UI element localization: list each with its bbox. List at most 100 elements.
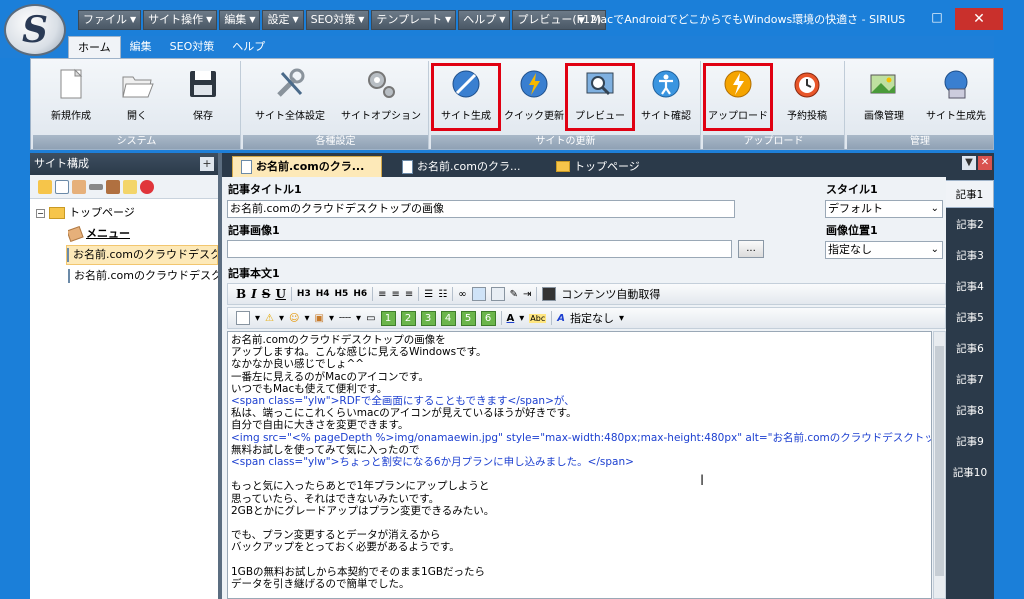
doc-tab-3[interactable]: トップページ xyxy=(548,156,648,177)
site-options-button[interactable]: サイトオプション xyxy=(339,65,423,129)
font-color-icon[interactable]: A xyxy=(507,313,515,324)
open-button[interactable]: 開く xyxy=(101,65,173,129)
image-position-select[interactable]: 指定なし ⌄ xyxy=(825,241,943,259)
image-insert-icon[interactable]: ▣ xyxy=(315,313,324,324)
save-button[interactable]: 保存 xyxy=(167,65,239,129)
add-page-button[interactable]: + xyxy=(200,157,214,171)
menu-template[interactable]: テンプレート ▼ xyxy=(371,10,457,30)
article-tab-9[interactable]: 記事9 xyxy=(946,428,994,456)
smiley-icon[interactable]: ☺ xyxy=(289,313,299,324)
template-4-button[interactable]: 4 xyxy=(440,310,456,326)
tab-home[interactable]: ホーム xyxy=(68,36,121,58)
upload-button[interactable]: アップロード xyxy=(703,63,773,131)
article-title-input[interactable]: お名前.comのクラウドデスクトップの画像 xyxy=(227,200,735,218)
article-tab-8[interactable]: 記事8 xyxy=(946,397,994,425)
h4-button[interactable]: H4 xyxy=(316,289,330,299)
bold-button[interactable]: B xyxy=(236,287,246,301)
pen-icon[interactable]: ✎ xyxy=(510,289,518,300)
tree-item-article-2[interactable]: お名前.comのクラウドデスク xyxy=(68,266,218,286)
warning-icon[interactable]: ⚠ xyxy=(265,313,274,324)
doc-tab-1[interactable]: お名前.comのクラ... xyxy=(232,156,382,177)
article-tab-5[interactable]: 記事5 xyxy=(946,304,994,332)
tab-list-dropdown-icon[interactable]: ▼ xyxy=(962,156,976,170)
box-icon[interactable] xyxy=(471,287,486,301)
article-body-textarea[interactable]: お名前.comのクラウドデスクトップの画像を アップしますね。こんな感じに見える… xyxy=(227,331,932,599)
doc-tab-2[interactable]: お名前.comのクラ... xyxy=(394,156,528,177)
body-scrollbar[interactable] xyxy=(933,331,946,599)
wrench-icon[interactable] xyxy=(106,179,120,194)
menu-file[interactable]: ファイル ▼ xyxy=(78,10,142,30)
scrollbar-thumb[interactable] xyxy=(935,346,944,576)
hr-line-icon[interactable]: ┄┄ xyxy=(339,313,351,324)
speech-bubble-icon[interactable]: ▭ xyxy=(366,313,375,324)
article-tab-3[interactable]: 記事3 xyxy=(946,242,994,270)
article-tab-10[interactable]: 記事10 xyxy=(946,459,994,487)
underline-button[interactable]: U xyxy=(275,287,285,301)
restore-button[interactable]: □ xyxy=(930,11,944,24)
site-settings-button[interactable]: サイト全体設定 xyxy=(251,65,329,129)
template-6-button[interactable]: 6 xyxy=(480,310,496,326)
preview-button[interactable]: プレビュー xyxy=(565,63,635,131)
link-icon[interactable] xyxy=(89,183,103,190)
close-button[interactable]: ✕ xyxy=(955,8,1003,30)
h3-button[interactable]: H3 xyxy=(297,289,311,299)
delete-icon[interactable] xyxy=(140,179,154,194)
browse-button[interactable]: ... xyxy=(738,240,764,258)
link-icon[interactable]: ∞ xyxy=(458,289,466,300)
tab-edit[interactable]: 編集 xyxy=(121,36,161,58)
dropdown-arrow-icon[interactable]: ▾ xyxy=(619,313,624,324)
menu-site[interactable]: サイト操作 ▼ xyxy=(143,10,218,30)
scheduled-post-button[interactable]: 予約投稿 xyxy=(773,65,841,129)
frame-icon[interactable] xyxy=(236,311,250,325)
generate-site-button[interactable]: サイト生成 xyxy=(431,63,501,131)
h5-button[interactable]: H5 xyxy=(335,289,349,299)
align-left-icon[interactable]: ≡ xyxy=(378,289,386,300)
template-5-button[interactable]: 5 xyxy=(460,310,476,326)
highlight-icon[interactable]: Abc xyxy=(529,313,547,323)
menu-seo[interactable]: SEO対策 ▼ xyxy=(305,10,370,30)
align-right-icon[interactable]: ≡ xyxy=(405,289,413,300)
article-tab-2[interactable]: 記事2 xyxy=(946,211,994,239)
image-manager-button[interactable]: 画像管理 xyxy=(849,65,919,129)
italic-button[interactable]: I xyxy=(251,287,257,301)
bullet-list-icon[interactable]: ☰ xyxy=(424,289,433,300)
article-tab-4[interactable]: 記事4 xyxy=(946,273,994,301)
close-tab-icon[interactable]: ✕ xyxy=(978,156,992,170)
menu-settings[interactable]: 設定 ▼ xyxy=(262,10,304,30)
tag-icon[interactable] xyxy=(72,179,86,194)
dropdown-arrow-icon[interactable]: ▾ xyxy=(279,313,284,324)
dropdown-arrow-icon[interactable]: ▾ xyxy=(519,313,524,324)
dropdown-arrow-icon[interactable]: ▾ xyxy=(304,313,309,324)
article-tab-1[interactable]: 記事1 xyxy=(946,180,994,208)
table-icon[interactable] xyxy=(490,287,505,301)
quick-update-button[interactable]: クイック更新 xyxy=(501,65,567,129)
dropdown-arrow-icon[interactable]: ▾ xyxy=(356,313,361,324)
h6-button[interactable]: H6 xyxy=(353,289,367,299)
template-3-button[interactable]: 3 xyxy=(420,310,436,326)
tree-item-article-1[interactable]: お名前.comのクラウドデスク xyxy=(66,245,218,265)
strike-button[interactable]: S xyxy=(262,287,271,301)
style-select[interactable]: デフォルト ⌄ xyxy=(825,200,943,218)
indent-icon[interactable]: ⇥ xyxy=(523,289,531,300)
sirius-logo-icon[interactable]: S xyxy=(4,4,66,56)
tree-item-top-page[interactable]: − トップページ xyxy=(36,203,135,223)
auto-content-button[interactable]: コンテンツ自動取得 xyxy=(561,286,660,302)
new-page-icon[interactable] xyxy=(55,179,69,194)
template-2-button[interactable]: 2 xyxy=(400,310,416,326)
quick-access-dropdown-icon[interactable]: ▼ xyxy=(578,16,585,26)
article-tab-6[interactable]: 記事6 xyxy=(946,335,994,363)
article-tab-7[interactable]: 記事7 xyxy=(946,366,994,394)
new-button[interactable]: 新規作成 xyxy=(35,65,107,129)
article-image-input[interactable] xyxy=(227,240,732,258)
dropdown-arrow-icon[interactable]: ▾ xyxy=(255,313,260,324)
output-folder-button[interactable]: サイト生成先 xyxy=(921,65,991,129)
tab-help[interactable]: ヘルプ xyxy=(223,36,274,58)
numbered-list-icon[interactable]: ☷ xyxy=(438,289,447,300)
font-setting-select[interactable]: 指定なし xyxy=(570,310,614,326)
template-1-button[interactable]: 1 xyxy=(380,310,396,326)
menu-edit[interactable]: 編集 ▼ xyxy=(219,10,261,30)
new-folder-icon[interactable] xyxy=(38,179,52,194)
edit-icon[interactable] xyxy=(123,179,137,194)
tree-item-menu[interactable]: メニュー xyxy=(68,224,130,244)
collapse-toggle[interactable]: − xyxy=(36,208,45,218)
